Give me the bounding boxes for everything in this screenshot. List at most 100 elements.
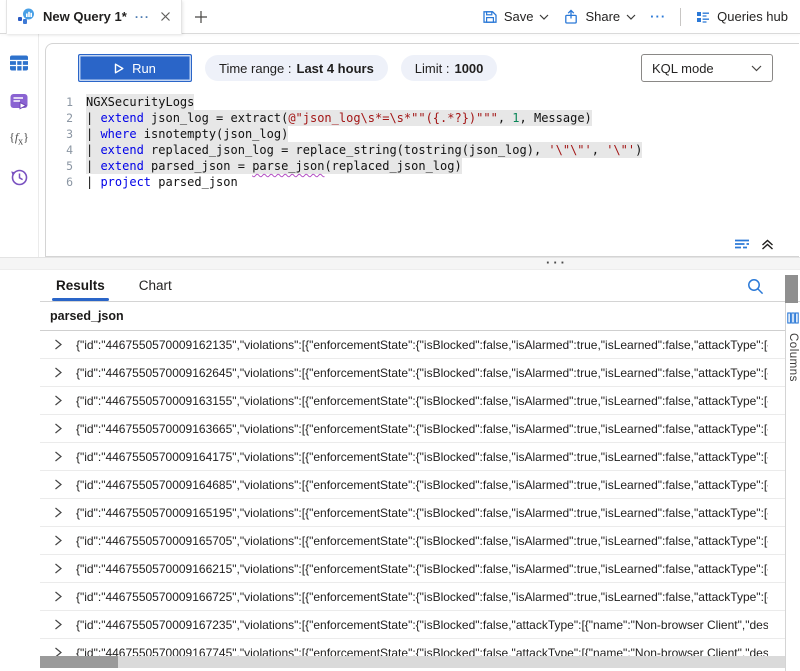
row-json-text: {"id":"4467550570009164685","violations"… bbox=[76, 478, 768, 492]
line-number: 2 bbox=[46, 110, 86, 126]
active-tab-underline bbox=[52, 298, 109, 301]
save-label: Save bbox=[504, 9, 534, 24]
query-toolbar: Run Time range : Last 4 hours Limit : 10… bbox=[46, 44, 799, 82]
expand-row-icon[interactable] bbox=[54, 535, 76, 546]
run-label: Run bbox=[132, 61, 156, 76]
row-json-text: {"id":"4467550570009163155","violations"… bbox=[76, 394, 768, 408]
expand-row-icon[interactable] bbox=[54, 395, 76, 406]
query-mode-select[interactable]: KQL mode bbox=[641, 54, 773, 82]
expand-row-icon[interactable] bbox=[54, 619, 76, 630]
line-number: 3 bbox=[46, 126, 86, 142]
more-options-icon[interactable]: ··· bbox=[650, 9, 666, 24]
expand-row-icon[interactable] bbox=[54, 563, 76, 574]
code-line[interactable]: 4| extend replaced_json_log = replace_st… bbox=[46, 142, 789, 158]
splitter-drag-handle[interactable]: ··· bbox=[546, 255, 568, 270]
table-row[interactable]: {"id":"4467550570009164175","violations"… bbox=[40, 443, 785, 471]
line-number: 6 bbox=[46, 174, 86, 190]
save-button[interactable]: Save bbox=[482, 9, 550, 25]
horizontal-scrollbar[interactable] bbox=[40, 656, 785, 668]
table-row[interactable]: {"id":"4467550570009165705","violations"… bbox=[40, 527, 785, 555]
expand-row-icon[interactable] bbox=[54, 507, 76, 518]
top-actions: Save Share ··· Queries hub bbox=[482, 8, 800, 26]
saved-queries-icon[interactable] bbox=[8, 90, 30, 112]
queries-hub-label: Queries hub bbox=[717, 9, 788, 24]
share-button[interactable]: Share bbox=[563, 9, 636, 25]
results-grid: {"id":"4467550570009162135","violations"… bbox=[40, 331, 785, 671]
code-text: | extend replaced_json_log = replace_str… bbox=[86, 142, 642, 158]
limit-picker[interactable]: Limit : 1000 bbox=[401, 55, 498, 81]
play-icon bbox=[114, 63, 124, 74]
line-number: 1 bbox=[46, 94, 86, 110]
table-row[interactable]: {"id":"4467550570009162645","violations"… bbox=[40, 359, 785, 387]
code-text: | extend parsed_json = parse_json(replac… bbox=[86, 158, 462, 174]
tab-chart[interactable]: Chart bbox=[137, 270, 174, 301]
table-row[interactable]: {"id":"4467550570009163665","violations"… bbox=[40, 415, 785, 443]
left-sidebar: {fx} bbox=[0, 34, 39, 257]
editor-tools bbox=[734, 238, 774, 251]
grid-header-row[interactable]: parsed_json bbox=[40, 302, 785, 331]
code-text: | where isnotempty(json_log) bbox=[86, 126, 288, 142]
code-line[interactable]: 2| extend json_log = extract(@"json_log\… bbox=[46, 110, 789, 126]
table-row[interactable]: {"id":"4467550570009164685","violations"… bbox=[40, 471, 785, 499]
column-header-parsed-json[interactable]: parsed_json bbox=[40, 309, 124, 323]
results-panel: Results Chart parsed_json {"id":"4467550… bbox=[0, 270, 800, 671]
chevron-down-icon bbox=[751, 65, 762, 72]
adx-query-tab-icon bbox=[17, 8, 35, 26]
table-row[interactable]: {"id":"4467550570009166215","violations"… bbox=[40, 555, 785, 583]
code-line[interactable]: 1NGXSecurityLogs bbox=[46, 94, 789, 110]
row-json-text: {"id":"4467550570009163665","violations"… bbox=[76, 422, 768, 436]
expand-row-icon[interactable] bbox=[54, 451, 76, 462]
time-range-picker[interactable]: Time range : Last 4 hours bbox=[205, 55, 388, 81]
expand-row-icon[interactable] bbox=[54, 479, 76, 490]
columns-side-panel[interactable]: Columns bbox=[785, 303, 800, 671]
row-json-text: {"id":"4467550570009165705","violations"… bbox=[76, 534, 768, 548]
table-row[interactable]: {"id":"4467550570009162135","violations"… bbox=[40, 331, 785, 359]
row-json-text: {"id":"4467550570009164175","violations"… bbox=[76, 450, 768, 464]
divider bbox=[680, 8, 681, 26]
tab-bar: New Query 1* ··· Save Share ··· bbox=[0, 0, 800, 33]
query-editor-panel: Run Time range : Last 4 hours Limit : 10… bbox=[45, 43, 799, 257]
chevron-down-icon bbox=[626, 14, 636, 20]
row-json-text: {"id":"4467550570009167235","violations"… bbox=[76, 618, 768, 632]
format-query-icon[interactable] bbox=[734, 239, 750, 251]
tab-chart-label: Chart bbox=[139, 278, 172, 293]
row-json-text: {"id":"4467550570009166215","violations"… bbox=[76, 562, 768, 576]
table-row[interactable]: {"id":"4467550570009166725","violations"… bbox=[40, 583, 785, 611]
panel-splitter[interactable]: ··· bbox=[0, 257, 800, 270]
time-range-value: Last 4 hours bbox=[297, 61, 374, 76]
tab-menu-icon[interactable]: ··· bbox=[135, 10, 150, 24]
horizontal-scrollbar-thumb[interactable] bbox=[40, 656, 118, 668]
expand-row-icon[interactable] bbox=[54, 591, 76, 602]
table-row[interactable]: {"id":"4467550570009165195","violations"… bbox=[40, 499, 785, 527]
code-line[interactable]: 3| where isnotempty(json_log) bbox=[46, 126, 789, 142]
share-icon bbox=[563, 9, 579, 25]
chevron-down-icon bbox=[539, 14, 549, 20]
expand-row-icon[interactable] bbox=[54, 367, 76, 378]
collapse-editor-icon[interactable] bbox=[761, 238, 774, 251]
query-history-icon[interactable] bbox=[8, 166, 30, 188]
row-json-text: {"id":"4467550570009162645","violations"… bbox=[76, 366, 768, 380]
row-json-text: {"id":"4467550570009162135","violations"… bbox=[76, 338, 768, 352]
query-tab[interactable]: New Query 1* ··· bbox=[6, 0, 182, 34]
tables-icon[interactable] bbox=[8, 52, 30, 74]
functions-icon[interactable]: {fx} bbox=[8, 128, 30, 150]
columns-icon[interactable] bbox=[787, 312, 799, 324]
queries-hub-button[interactable]: Queries hub bbox=[695, 9, 788, 25]
new-tab-button[interactable] bbox=[194, 10, 208, 24]
time-range-label: Time range : bbox=[219, 61, 292, 76]
tab-results[interactable]: Results bbox=[54, 270, 107, 301]
expand-row-icon[interactable] bbox=[54, 339, 76, 350]
code-editor[interactable]: 1NGXSecurityLogs2| extend json_log = ext… bbox=[46, 94, 789, 190]
save-icon bbox=[482, 9, 498, 25]
run-button[interactable]: Run bbox=[78, 54, 192, 82]
columns-panel-label[interactable]: Columns bbox=[787, 333, 799, 382]
table-row[interactable]: {"id":"4467550570009167235","violations"… bbox=[40, 611, 785, 639]
line-number: 4 bbox=[46, 142, 86, 158]
expand-row-icon[interactable] bbox=[54, 423, 76, 434]
tab-close-icon[interactable] bbox=[160, 11, 171, 22]
code-line[interactable]: 6| project parsed_json bbox=[46, 174, 789, 190]
row-json-text: {"id":"4467550570009166725","violations"… bbox=[76, 590, 768, 604]
search-icon[interactable] bbox=[747, 278, 764, 295]
table-row[interactable]: {"id":"4467550570009163155","violations"… bbox=[40, 387, 785, 415]
code-line[interactable]: 5| extend parsed_json = parse_json(repla… bbox=[46, 158, 789, 174]
